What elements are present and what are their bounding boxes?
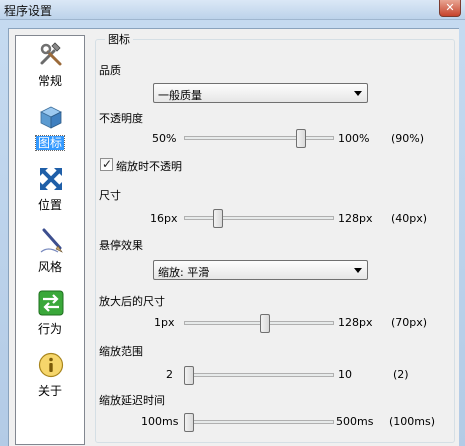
sidebar-item-label: 图标	[34, 135, 66, 151]
opacity-max-label: 100%	[338, 132, 370, 145]
sidebar-item-label: 风格	[37, 260, 62, 274]
quality-select[interactable]: 一般质量	[153, 83, 368, 103]
sidebar-item-general[interactable]: 常规	[16, 38, 84, 96]
pen-icon	[40, 228, 63, 253]
size-label: 尺寸	[99, 189, 121, 202]
size-slider-thumb[interactable]	[213, 209, 224, 228]
zoom-range-min-label: 2	[166, 368, 173, 381]
opacity-min-label: 50%	[152, 132, 177, 145]
zoom-range-slider-track[interactable]	[184, 373, 334, 377]
sidebar-item-label: 常规	[37, 74, 62, 88]
zoom-delay-current-value: (100ms)	[389, 415, 436, 428]
close-button[interactable]: ✕	[439, 0, 461, 17]
zoomed-size-min-label: 1px	[154, 316, 175, 329]
zoom-delay-max-label: 500ms	[336, 415, 374, 428]
sidebar-item-icons[interactable]: 图标	[16, 100, 84, 158]
category-sidebar: 常规 图标 位置 风格 行为 关于	[15, 35, 85, 445]
size-current-value: (40px)	[391, 212, 428, 225]
opacity-slider-track[interactable]	[184, 136, 334, 140]
close-icon: ✕	[445, 1, 455, 14]
sidebar-item-label: 关于	[37, 384, 62, 398]
sidebar-item-label: 行为	[37, 322, 62, 336]
zoom-range-max-label: 10	[338, 368, 352, 381]
zoom-delay-label: 缩放延迟时间	[99, 394, 165, 407]
sidebar-item-position[interactable]: 位置	[16, 162, 84, 220]
zoomed-size-max-label: 128px	[338, 316, 373, 329]
move-arrows-icon	[40, 168, 62, 190]
quality-select-value: 一般质量	[158, 89, 202, 102]
window-title: 程序设置	[4, 4, 53, 18]
hover-effect-label: 悬停效果	[99, 239, 143, 252]
group-title: 图标	[105, 31, 133, 47]
sidebar-item-label: 位置	[37, 198, 62, 212]
hover-effect-select-value: 缩放: 平滑	[158, 266, 210, 279]
zoom-delay-slider-track[interactable]	[184, 420, 334, 424]
title-bar[interactable]: 程序设置 ✕	[0, 0, 465, 20]
quality-label: 品质	[99, 64, 121, 77]
opacity-slider-thumb[interactable]	[296, 129, 306, 148]
sidebar-item-style[interactable]: 风格	[16, 224, 84, 282]
tools-icon	[40, 42, 62, 66]
arrows-exchange-icon	[38, 290, 64, 316]
size-slider-track[interactable]	[184, 216, 334, 220]
opaque-on-zoom-checkbox[interactable]: ✓	[100, 157, 113, 171]
box-icon	[40, 106, 62, 129]
zoomed-size-current-value: (70px)	[391, 316, 428, 329]
settings-window: 程序设置 ✕ 常规 图标 位置 风格 行为 关于 图标 品质 一般质量 不透明度…	[0, 0, 465, 446]
chevron-down-icon	[354, 91, 362, 96]
zoomed-size-label: 放大后的尺寸	[99, 295, 165, 308]
zoom-range-slider-thumb[interactable]	[184, 366, 194, 385]
zoomed-size-slider-thumb[interactable]	[259, 314, 270, 333]
zoom-range-current-value: (2)	[393, 368, 409, 381]
zoom-range-label: 缩放范围	[99, 345, 143, 358]
sidebar-item-behavior[interactable]: 行为	[16, 286, 84, 344]
checkmark-icon: ✓	[101, 157, 113, 171]
opacity-current-value: (90%)	[391, 132, 425, 145]
info-icon	[38, 352, 64, 378]
size-max-label: 128px	[338, 212, 373, 225]
zoom-delay-min-label: 100ms	[141, 415, 179, 428]
client-area: 常规 图标 位置 风格 行为 关于 图标 品质 一般质量 不透明度 50% 10…	[8, 28, 459, 446]
hover-effect-select[interactable]: 缩放: 平滑	[153, 260, 368, 280]
opacity-label: 不透明度	[99, 112, 143, 125]
chevron-down-icon	[354, 268, 362, 273]
sidebar-item-about[interactable]: 关于	[16, 348, 84, 406]
size-min-label: 16px	[150, 212, 178, 225]
zoom-delay-slider-thumb[interactable]	[184, 413, 194, 432]
opaque-on-zoom-label: 缩放时不透明	[116, 160, 182, 173]
